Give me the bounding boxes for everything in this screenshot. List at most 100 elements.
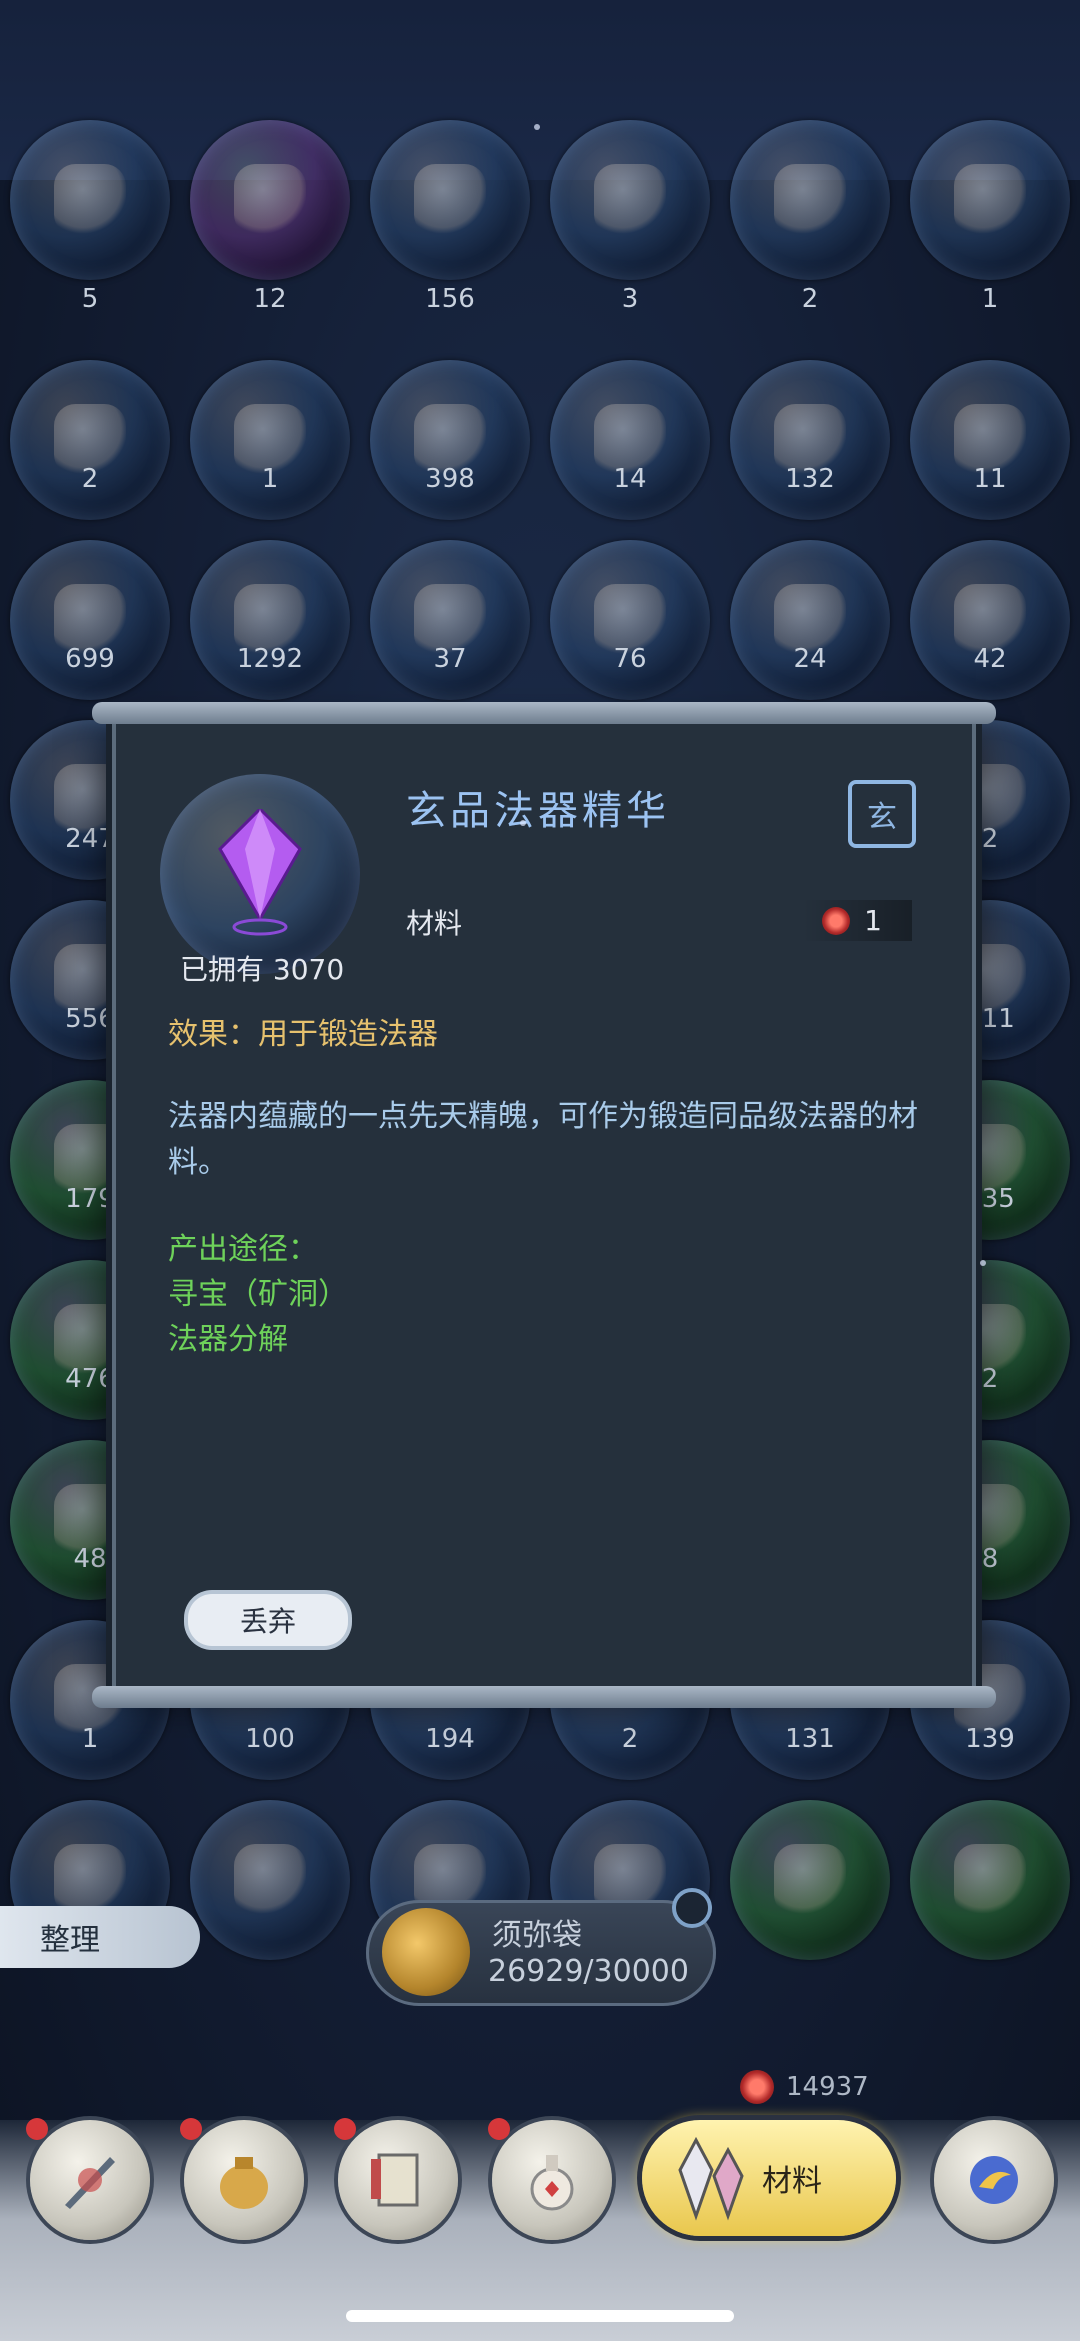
slot-orb [910, 1800, 1070, 1960]
tab-potions[interactable] [488, 2118, 612, 2240]
slot-count: 1 [81, 1724, 99, 1754]
inventory-slot[interactable]: 2 [0, 360, 180, 540]
slot-orb [730, 360, 890, 520]
slot-count: 14 [613, 464, 647, 494]
slot-count: 1 [261, 464, 279, 494]
notification-dot [180, 2118, 202, 2140]
slot-orb [730, 540, 890, 700]
source-item: 寻宝（矿洞） [168, 1277, 348, 1312]
slot-orb [910, 540, 1070, 700]
wood-branch-icon [54, 164, 126, 236]
slot-count: 131 [785, 1724, 835, 1754]
currency-display: 14937 [740, 2070, 869, 2104]
currency-value: 14937 [786, 2072, 869, 2102]
sparkle-decoration [980, 1260, 986, 1266]
inventory-slot[interactable]: 11 [900, 360, 1080, 540]
inventory-slot[interactable]: 14 [540, 360, 720, 540]
inventory-slot[interactable]: 1 [900, 120, 1080, 360]
slot-count: 2 [801, 284, 819, 314]
slot-count: 42 [973, 644, 1007, 674]
tab-weapons[interactable] [26, 2118, 150, 2240]
slot-count: 139 [965, 1724, 1015, 1754]
effect-text: 效果：用于锻造法器 [168, 1017, 438, 1052]
tab-special[interactable] [934, 2120, 1054, 2240]
inventory-slot[interactable]: 3 [540, 120, 720, 360]
slot-orb [550, 120, 710, 280]
pink-drop-icon [774, 164, 846, 236]
slot-orb [10, 540, 170, 700]
materials-tab-icon [678, 2136, 744, 2221]
grade-seal-icon: 玄 [848, 780, 916, 848]
inventory-slot[interactable]: 37 [360, 540, 540, 720]
slot-orb [910, 120, 1070, 280]
slot-orb [190, 120, 350, 280]
inventory-slot[interactable] [720, 1800, 900, 1980]
inventory-slot[interactable]: 2 [720, 120, 900, 360]
tab-materials-label: 材料 [762, 2164, 822, 2199]
bag-name: 须弥袋 [492, 1918, 582, 1953]
skeleton-hand-icon [954, 164, 1026, 236]
slot-count: 699 [65, 644, 115, 674]
weapon-tab-icon [65, 2157, 115, 2209]
moon-tab-icon [970, 2156, 1018, 2204]
source-item: 法器分解 [168, 1322, 288, 1357]
slot-count: 100 [245, 1724, 295, 1754]
inventory-slot[interactable] [180, 1800, 360, 1980]
bag-capacity: 26929/30000 [488, 1954, 689, 1989]
home-indicator[interactable] [346, 2310, 734, 2322]
description-text: 法器内蕴藏的一点先天精魄，可作为锻造同品级法器的材料。 [168, 1099, 918, 1180]
discard-button[interactable]: 丢弃 [188, 1594, 348, 1646]
tab-books[interactable] [334, 2118, 458, 2240]
slot-orb [10, 360, 170, 520]
gold-orb-icon [414, 164, 486, 236]
inventory-slot[interactable]: 398 [360, 360, 540, 540]
inventory-slot[interactable]: 24 [720, 540, 900, 720]
inventory-slot[interactable]: 132 [720, 360, 900, 540]
item-cost: 1 [802, 900, 912, 941]
slot-count: 24 [793, 644, 827, 674]
tab-pouch[interactable] [180, 2118, 304, 2240]
notification-dot [488, 2118, 510, 2140]
slot-count: 12 [253, 284, 287, 314]
inventory-slot[interactable]: 1 [180, 360, 360, 540]
item-detail-dialog: 玄品法器精华 玄 材料 1 已拥有 3070 效果：用于锻造法器 法器内蕴藏的一… [92, 702, 996, 1708]
top-background [0, 0, 1080, 180]
spirit-coin-icon [822, 906, 851, 935]
slot-orb [370, 540, 530, 700]
slot-orb [190, 360, 350, 520]
white-eggs-icon [234, 1844, 306, 1916]
notification-dot [26, 2118, 48, 2140]
slot-count: 37 [433, 644, 467, 674]
item-type: 材料 [406, 907, 463, 940]
slot-orb [910, 360, 1070, 520]
cost-value: 1 [864, 904, 882, 937]
potion-tab-icon [530, 2155, 574, 2211]
slot-count: 398 [425, 464, 475, 494]
inventory-slot[interactable]: 699 [0, 540, 180, 720]
slot-count: 3 [621, 284, 639, 314]
tab-materials[interactable]: 材料 [642, 2120, 896, 2236]
slot-orb [730, 120, 890, 280]
red-powder-bowl-icon [954, 1844, 1026, 1916]
slot-count: 132 [785, 464, 835, 494]
dialog-top-rail [92, 702, 996, 724]
inventory-slot[interactable]: 12 [180, 120, 360, 360]
source-title: 产出途径： [168, 1232, 318, 1267]
refresh-icon[interactable] [672, 1888, 712, 1928]
owned-count: 已拥有 3070 [180, 953, 345, 986]
slot-count: 5 [81, 284, 99, 314]
storage-bag[interactable]: 须弥袋 26929/30000 [366, 1900, 716, 2006]
inventory-slot[interactable]: 5 [0, 120, 180, 360]
slot-orb [730, 1800, 890, 1960]
slot-count: 76 [613, 644, 647, 674]
inventory-slot[interactable]: 1292 [180, 540, 360, 720]
inventory-slot[interactable]: 42 [900, 540, 1080, 720]
slot-count: 2 [621, 1724, 639, 1754]
purple-crystal-icon [218, 809, 302, 936]
slot-orb [370, 120, 530, 280]
item-title: 玄品法器精华 [406, 788, 670, 834]
inventory-slot[interactable] [900, 1800, 1080, 1980]
inventory-slot[interactable]: 76 [540, 540, 720, 720]
inventory-slot[interactable]: 156 [360, 120, 540, 360]
sort-button[interactable]: 整理 [0, 1906, 200, 1968]
